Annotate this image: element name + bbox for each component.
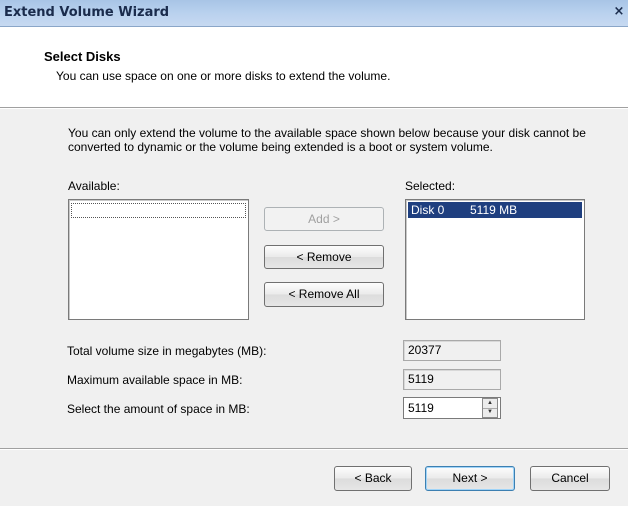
list-item[interactable]: Disk 0 5119 MB	[408, 202, 582, 218]
amount-spinner[interactable]: ▲ ▼	[482, 398, 498, 418]
header-divider	[0, 108, 628, 109]
amount-label: Select the amount of space in MB:	[67, 402, 250, 416]
total-size-field: 20377	[403, 340, 501, 361]
available-label: Available:	[68, 179, 120, 193]
wizard-header: Select Disks You can use space on one or…	[0, 27, 628, 108]
selected-label: Selected:	[405, 179, 456, 193]
next-button[interactable]: Next >	[425, 466, 515, 491]
max-space-field: 5119	[403, 369, 501, 390]
selected-listbox[interactable]: Disk 0 5119 MB	[405, 199, 585, 320]
close-icon[interactable]: ×	[612, 4, 626, 20]
remove-all-button[interactable]: < Remove All	[264, 282, 384, 307]
footer-divider-highlight	[0, 449, 628, 450]
focus-rectangle	[71, 203, 246, 218]
remove-button[interactable]: < Remove	[264, 245, 384, 269]
page-subtitle: You can use space on one or more disks t…	[56, 69, 391, 83]
disk-name: Disk 0	[411, 203, 445, 217]
disk-size: 5119 MB	[470, 203, 518, 217]
spin-down-icon[interactable]: ▼	[483, 408, 497, 417]
title-bar: Extend Volume Wizard ×	[0, 0, 628, 27]
max-space-label: Maximum available space in MB:	[67, 373, 243, 387]
info-text: You can only extend the volume to the av…	[68, 126, 586, 154]
cancel-button[interactable]: Cancel	[530, 466, 610, 491]
window-title: Extend Volume Wizard	[4, 5, 170, 20]
page-title: Select Disks	[44, 49, 121, 64]
add-button[interactable]: Add >	[264, 207, 384, 231]
back-button[interactable]: < Back	[334, 466, 412, 491]
total-size-label: Total volume size in megabytes (MB):	[67, 344, 267, 358]
available-listbox[interactable]	[68, 199, 249, 320]
